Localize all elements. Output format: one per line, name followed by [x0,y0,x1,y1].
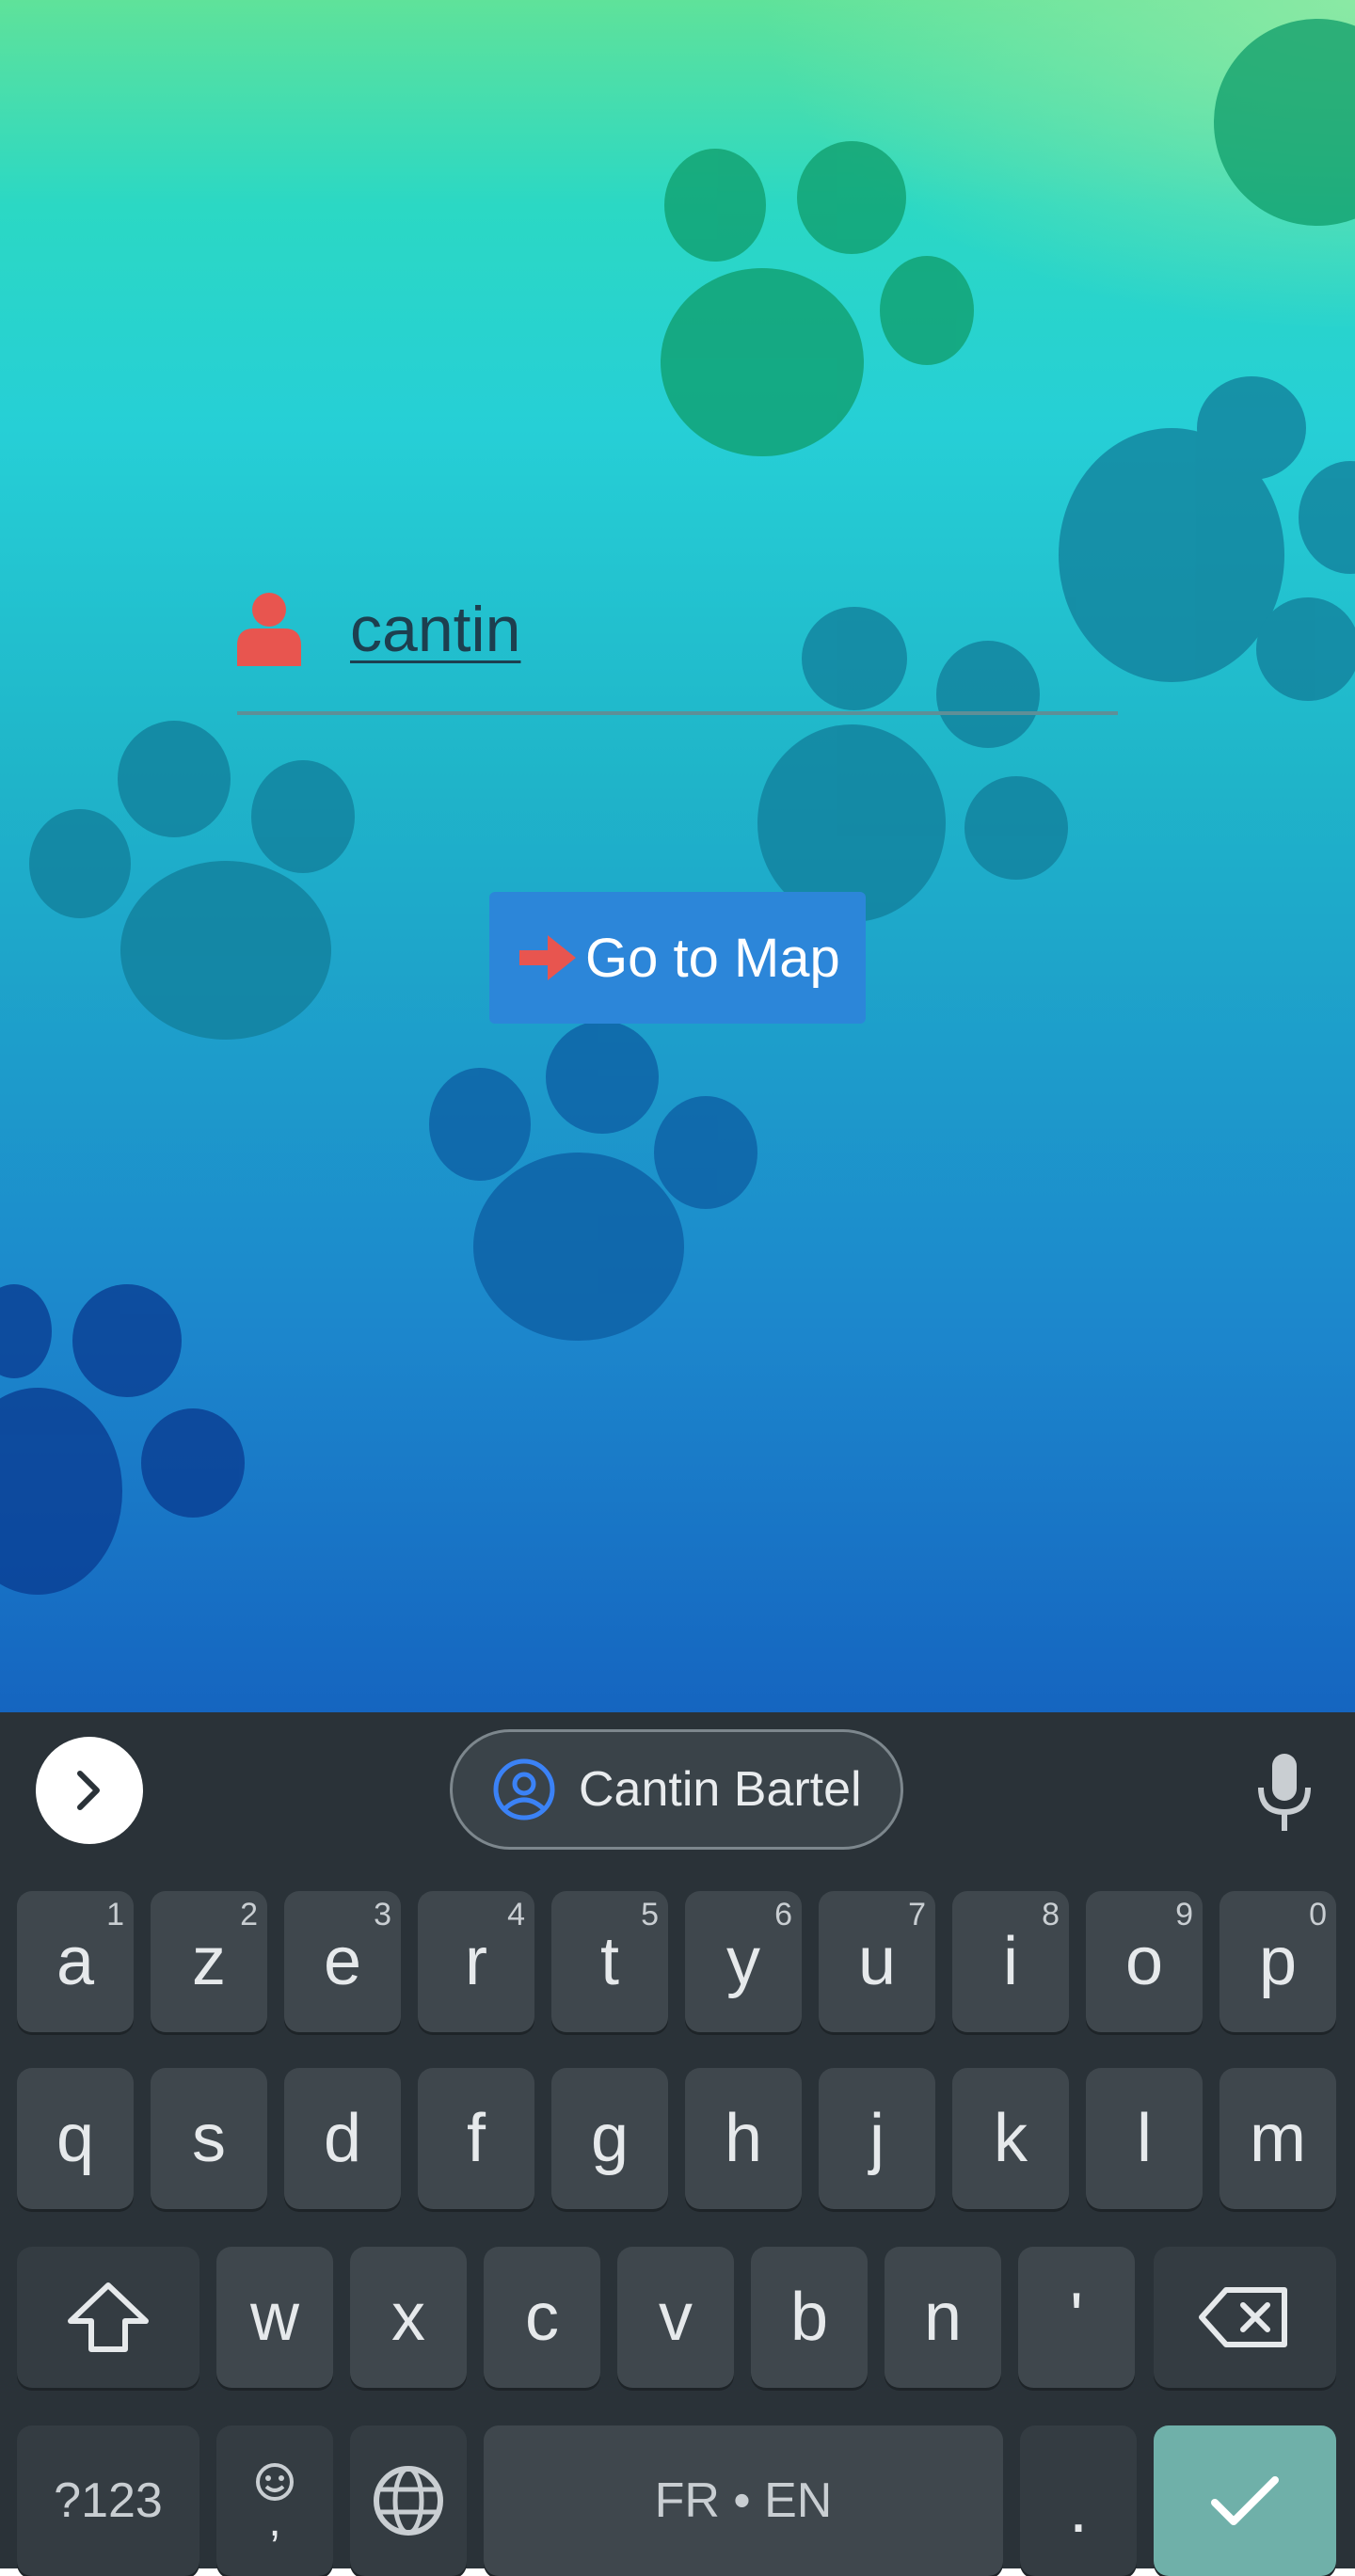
key-i[interactable]: i8 [952,1891,1069,2032]
key-label: t [599,1924,619,1999]
key-label: e [323,1924,362,1999]
app-screen: cantin Go to Map [0,0,1355,1712]
user-icon [237,593,301,666]
key-d[interactable]: d [284,2068,401,2209]
key-s[interactable]: s [151,2068,267,2209]
key-label: x [391,2280,425,2355]
paw-print-background [0,19,1355,1595]
key-z[interactable]: z2 [151,1891,267,2032]
key-hint: 0 [1309,1897,1327,1932]
suggestion-bar: Cantin Bartel [0,1712,1355,1878]
backspace-key[interactable] [1154,2247,1336,2388]
key-r[interactable]: r4 [418,1891,534,2032]
key-label: s [192,2101,226,2176]
key-label: c [525,2280,559,2355]
shift-key[interactable] [17,2247,199,2388]
suggestion-label: Cantin Bartel [579,1762,862,1817]
check-icon [1211,2476,1279,2525]
key-l[interactable]: l [1086,2068,1203,2209]
key-hint: 4 [507,1897,525,1932]
key-hint: 8 [1042,1897,1060,1932]
key-label: v [659,2280,693,2355]
symbols-key[interactable]: ?123 [17,2425,199,2576]
enter-key[interactable] [1154,2425,1336,2576]
language-key[interactable] [350,2425,467,2576]
expand-toolbar-button[interactable] [36,1737,143,1844]
soft-keyboard: Cantin Bartel a1 z2 e3 r4 t5 y6 u7 i8 o9… [0,1712,1355,2576]
shift-icon [68,2282,149,2352]
key-hint: 2 [240,1897,258,1932]
username-field[interactable]: cantin [237,564,1118,715]
key-label: b [789,2280,829,2355]
go-to-map-button[interactable]: Go to Map [489,892,866,1024]
key-o[interactable]: o9 [1086,1891,1203,2032]
key-label: FR • EN [654,2473,833,2528]
key-hint: 7 [908,1897,926,1932]
key-label: f [466,2101,486,2176]
key-label: h [724,2101,763,2176]
key-label: n [923,2280,963,2355]
key-u[interactable]: u7 [819,1891,935,2032]
key-label: ?123 [54,2473,163,2528]
key-label: . [1068,2472,1088,2547]
key-y[interactable]: y6 [685,1891,802,2032]
key-label: o [1124,1924,1164,1999]
key-label: u [857,1924,897,1999]
input-underline [237,711,1118,715]
key-hint: 3 [374,1897,391,1932]
emoji-comma-key[interactable]: , [216,2425,333,2576]
backspace-icon [1199,2287,1287,2347]
key-c[interactable]: c [484,2247,600,2388]
period-key[interactable]: . [1020,2425,1137,2576]
key-label: g [590,2101,630,2176]
key-b[interactable]: b [751,2247,868,2388]
key-label: q [56,2101,95,2176]
go-to-map-label: Go to Map [585,927,840,989]
microphone-icon[interactable] [1251,1750,1317,1835]
key-label: a [56,1924,95,1999]
key-e[interactable]: e3 [284,1891,401,2032]
key-label: z [192,1924,226,1999]
key-g[interactable]: g [551,2068,668,2209]
key-label: m [1250,2101,1306,2176]
key-label: p [1258,1924,1298,1999]
key-label: i [1003,1924,1018,1999]
key-x[interactable]: x [350,2247,467,2388]
arrow-right-icon [519,935,576,980]
contact-suggestion-chip[interactable]: Cantin Bartel [450,1729,903,1850]
key-j[interactable]: j [819,2068,935,2209]
key-label: l [1137,2101,1152,2176]
key-hint: 5 [641,1897,659,1932]
key-label: d [323,2101,362,2176]
key-p[interactable]: p0 [1220,1891,1336,2032]
key-label: , [268,2496,281,2546]
key-hint: 9 [1175,1897,1193,1932]
key-hint: 1 [106,1897,124,1932]
chevron-right-icon [77,1771,100,1810]
globe-icon [374,2466,443,2536]
key-t[interactable]: t5 [551,1891,668,2032]
key-m[interactable]: m [1220,2068,1336,2209]
key-k[interactable]: k [952,2068,1069,2209]
key-label: r [465,1924,487,1999]
key-h[interactable]: h [685,2068,802,2209]
key-q[interactable]: q [17,2068,134,2209]
key-label: y [726,1924,760,1999]
space-key[interactable]: FR • EN [484,2425,1003,2576]
key-label: w [250,2280,299,2355]
key-n[interactable]: n [885,2247,1001,2388]
key-w[interactable]: w [216,2247,333,2388]
key-apostrophe[interactable]: ' [1018,2247,1135,2388]
key-a[interactable]: a1 [17,1891,134,2032]
account-circle-icon [493,1758,555,1821]
key-f[interactable]: f [418,2068,534,2209]
key-v[interactable]: v [617,2247,734,2388]
key-label: ' [1070,2280,1083,2355]
key-hint: 6 [774,1897,792,1932]
key-label: k [994,2101,1028,2176]
username-value[interactable]: cantin [350,593,520,666]
key-label: j [869,2101,885,2176]
